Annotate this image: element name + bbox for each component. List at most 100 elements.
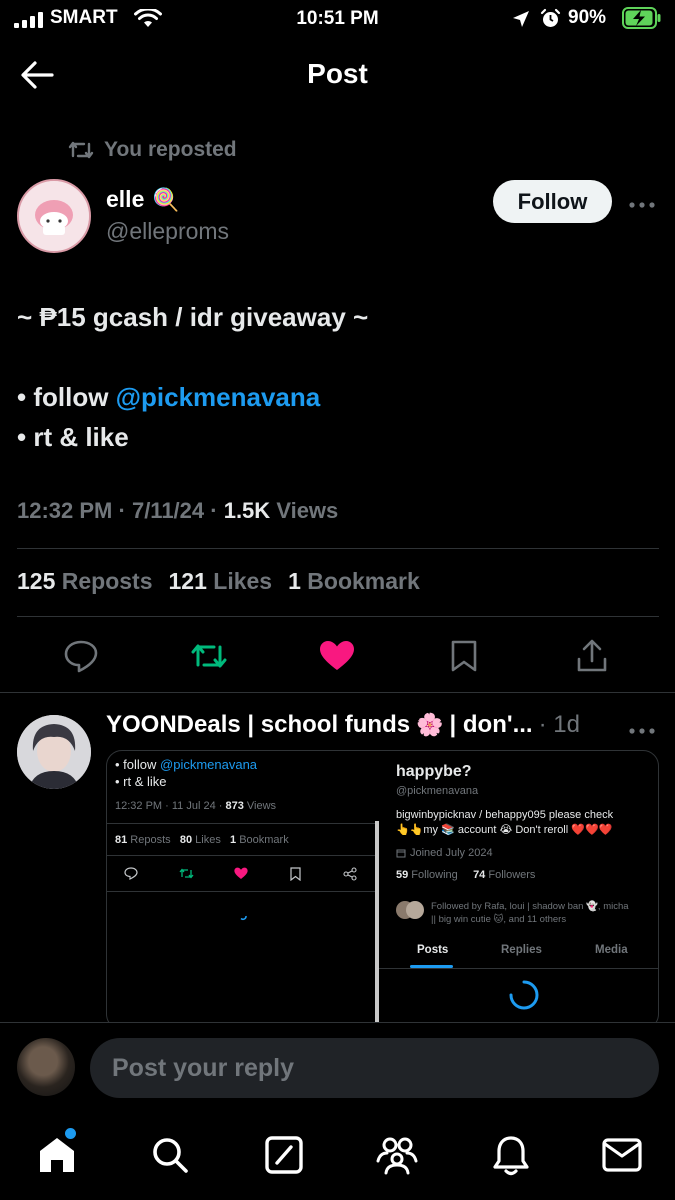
embed-tab-media: Media xyxy=(595,944,628,956)
tweet-text: ~ ₱15 gcash / idr giveaway ~ • follow @p… xyxy=(17,297,368,457)
embed-following-count: 59 xyxy=(396,869,409,881)
embed-tab-replies: Replies xyxy=(501,944,542,956)
tweet-line-2-prefix: • follow xyxy=(17,382,116,412)
embed-follower-avatars xyxy=(396,901,428,919)
tweet-stats: 125 Reposts 121 Likes 1 Bookmark xyxy=(17,568,420,595)
my-avatar[interactable] xyxy=(17,1038,75,1096)
tab-home[interactable] xyxy=(35,1127,79,1177)
location-arrow-icon xyxy=(513,11,529,27)
reply-input[interactable] xyxy=(90,1038,659,1098)
embed-profile-handle: @pickmenavana xyxy=(396,785,479,797)
bookmarks-label: Bookmark xyxy=(307,568,420,594)
repost-button-icon[interactable] xyxy=(189,636,229,676)
embed-right-panel: happybe? @pickmenavana bigwinbypicknav /… xyxy=(379,751,658,1029)
likes-count: 121 xyxy=(168,568,207,594)
embed-divider xyxy=(379,968,658,969)
bookmark-icon[interactable] xyxy=(444,636,484,676)
reply-author-line[interactable]: YOONDeals | school funds 🌸 | don'... · 1… xyxy=(106,711,580,739)
tab-grok[interactable] xyxy=(262,1133,306,1177)
reply-icon[interactable] xyxy=(61,636,101,676)
embed-reposts-label: Reposts xyxy=(127,834,171,846)
calendar-icon xyxy=(396,849,406,858)
mention-link[interactable]: @pickmenavana xyxy=(116,382,321,412)
embed-reply-icon xyxy=(124,867,138,880)
more-options-icon[interactable] xyxy=(629,190,655,216)
battery-charging-icon xyxy=(622,7,661,29)
reply-media-image[interactable]: • follow @pickmenavana • rt & like 12:32… xyxy=(106,750,659,1030)
like-heart-icon[interactable] xyxy=(317,636,357,676)
embed-followers-count: 74 xyxy=(473,869,486,881)
tab-search[interactable] xyxy=(148,1133,192,1177)
reply-author-suffix: | don'... xyxy=(449,711,533,738)
embed-line-1-prefix: • follow xyxy=(115,757,161,772)
tweet-time: 12:32 PM xyxy=(17,498,113,523)
home-icon xyxy=(40,1138,74,1172)
embed-loading-spinner-icon xyxy=(240,915,247,921)
avatar-illustration xyxy=(19,181,89,251)
mail-icon xyxy=(602,1138,642,1172)
embed-meta-views: 873 xyxy=(225,800,244,812)
embed-meta-views-label: Views xyxy=(243,800,277,812)
alarm-icon xyxy=(540,8,561,27)
embed-mention: @pickmenavana xyxy=(160,757,258,772)
status-bar: SMART 10:51 PM 90% xyxy=(0,0,675,38)
bell-icon xyxy=(493,1136,529,1176)
reposts-stat[interactable]: 125 Reposts xyxy=(17,568,153,595)
likes-stat[interactable]: 121 Likes xyxy=(169,568,273,595)
embed-share-icon xyxy=(343,867,357,881)
reposted-label: You reposted xyxy=(104,138,237,161)
bookmarks-stat[interactable]: 1 Bookmark xyxy=(288,568,420,595)
follow-button[interactable]: Follow xyxy=(493,180,612,223)
embed-joined-text: Joined July 2024 xyxy=(410,847,493,859)
embed-left-panel: • follow @pickmenavana • rt & like 12:32… xyxy=(107,751,375,1029)
reposted-indicator: You reposted xyxy=(68,138,237,162)
embed-meta: 12:32 PM · 11 Jul 24 · 873 Views xyxy=(115,800,276,812)
embed-divider xyxy=(107,891,375,892)
page-title: Post xyxy=(307,58,368,89)
share-icon[interactable] xyxy=(572,636,612,676)
reply-author-name: YOONDeals | school funds xyxy=(106,711,411,738)
embed-stats: 81 Reposts 80 Likes 1 Bookmark xyxy=(115,834,289,846)
author-name-text: elle xyxy=(106,186,145,212)
tweet-date: 7/11/24 xyxy=(131,498,205,523)
bookmarks-count: 1 xyxy=(288,568,301,594)
reposts-label: Reposts xyxy=(61,568,153,594)
reposts-count: 125 xyxy=(17,568,56,594)
embed-bio-line-1: bigwinbypicknav / behappy095 please chec… xyxy=(396,809,614,821)
tweet-line-1: ~ ₱15 gcash / idr giveaway ~ xyxy=(17,302,369,332)
tab-notifications[interactable] xyxy=(489,1133,533,1177)
tab-communities[interactable] xyxy=(375,1133,419,1177)
reply-time: · 1d xyxy=(538,711,580,738)
embed-tab-posts: Posts xyxy=(417,944,449,956)
communities-icon xyxy=(376,1137,418,1175)
views-label: Views xyxy=(276,498,339,523)
author-handle[interactable]: @elleproms xyxy=(106,218,229,245)
reply-author-avatar[interactable] xyxy=(17,715,91,789)
tab-messages[interactable] xyxy=(600,1133,644,1177)
embed-bookmark-icon xyxy=(290,867,301,881)
likes-label: Likes xyxy=(213,568,273,594)
author-emoji: 🍭 xyxy=(152,186,180,212)
embed-bio-line-2: 👆👆my 📚 account 😭 Don't reroll ❤️❤️❤️ xyxy=(396,824,613,836)
embed-joined: Joined July 2024 xyxy=(396,847,493,859)
author-name[interactable]: elle 🍭 xyxy=(106,186,180,213)
embed-likes-label: Likes xyxy=(192,834,221,846)
author-avatar[interactable] xyxy=(17,179,91,253)
embed-followed-by-line-2: || big win cutie 🐱, and 11 others xyxy=(431,914,567,925)
reply-more-options-icon[interactable] xyxy=(629,716,655,742)
tweet-meta: 12:32 PM · 7/11/24 · 1.5K Views xyxy=(17,498,339,523)
embed-tweet-text: • follow @pickmenavana • rt & like xyxy=(115,756,257,790)
reply-author-emoji: 🌸 xyxy=(416,712,444,737)
divider xyxy=(0,692,675,693)
embed-line-2: • rt & like xyxy=(115,774,167,789)
embed-follow-counts: 59 Following 74 Followers xyxy=(396,869,535,881)
battery-percent: 90% xyxy=(568,7,607,28)
embed-likes-count: 80 xyxy=(179,834,193,846)
embed-loading-spinner-icon xyxy=(509,980,539,1010)
embed-line-1: • follow @pickmenavana xyxy=(115,756,257,773)
embed-followers-label: Followers xyxy=(485,869,536,881)
divider xyxy=(17,548,659,549)
tweet-line-2: • follow @pickmenavana xyxy=(17,377,368,417)
embed-repost-icon xyxy=(179,868,194,879)
repost-icon xyxy=(68,141,94,159)
